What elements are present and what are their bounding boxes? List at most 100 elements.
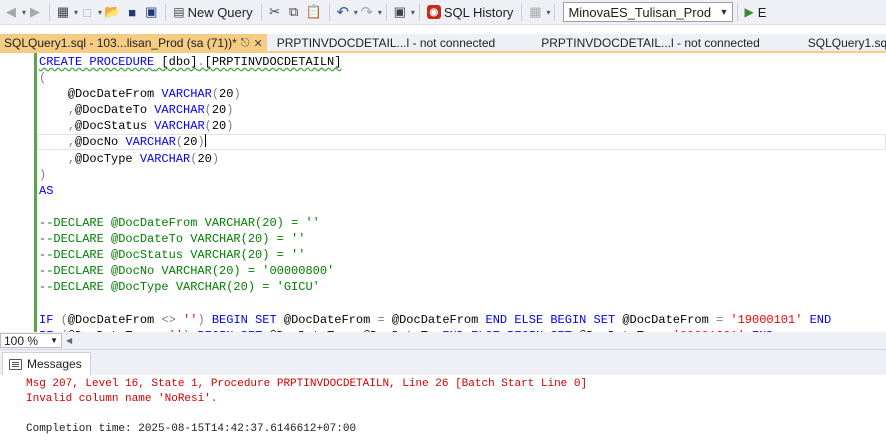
- sql-history-button[interactable]: ◉ SQL History: [424, 2, 517, 23]
- code-token: 20: [211, 103, 227, 118]
- paste-button[interactable]: 📋: [304, 2, 324, 23]
- error-message-line: Msg 207, Level 16, State 1, Procedure PR…: [26, 378, 588, 390]
- code-line: (: [39, 70, 831, 86]
- database-selector[interactable]: MinovaES_Tulisan_Prod ▼: [563, 2, 734, 22]
- redo-dropdown-caret[interactable]: ▾: [378, 8, 382, 17]
- code-token: @DocDateFrom: [283, 312, 378, 327]
- code-token: CREATE PROCEDURE: [39, 55, 155, 69]
- toolbar-separator: [49, 3, 51, 21]
- save-all-button[interactable]: ▣: [142, 2, 160, 23]
- editor-status-strip: 100 % ▼ ◀: [0, 332, 886, 349]
- code-token: ,: [67, 151, 76, 166]
- add-item-button[interactable]: □: [78, 2, 96, 23]
- pin-icon[interactable]: ⎋: [241, 37, 250, 50]
- folder-open-icon: 📂: [104, 4, 121, 19]
- code-token: [dbo]: [161, 55, 198, 69]
- arrow-right-icon: ▶: [30, 4, 41, 19]
- execute-icon: ▶: [744, 5, 754, 19]
- code-line: @DocDateFrom VARCHAR(20): [39, 86, 831, 102]
- code-token: ): [39, 167, 47, 182]
- code-token: ): [233, 87, 241, 102]
- code-line: --DECLARE @DocStatus VARCHAR(20) = '': [39, 247, 831, 263]
- code-token: (: [204, 103, 212, 118]
- code-token: VARCHAR: [154, 119, 205, 134]
- tab-sqlquery1-active[interactable]: SQLQuery1.sql - 103...lisan_Prod (sa (71…: [0, 34, 267, 52]
- redo-icon: ↷: [360, 4, 374, 21]
- change-tracking-bar: [34, 53, 37, 332]
- code-token: (: [211, 87, 220, 102]
- back-button[interactable]: ◀: [2, 2, 20, 23]
- messages-tab-label: Messages: [27, 357, 82, 371]
- toolbar-dropdown-caret[interactable]: ▾: [546, 8, 550, 17]
- code-token: ): [197, 312, 212, 327]
- code-text[interactable]: CREATE PROCEDURE [dbo].[PRPTINVDOCDETAIL…: [39, 54, 831, 332]
- code-token: VARCHAR: [161, 87, 212, 102]
- code-line: --DECLARE @DocType VARCHAR(20) = 'GICU': [39, 279, 831, 295]
- new-query-button[interactable]: ▤ New Query: [170, 2, 255, 23]
- code-token: ,: [67, 135, 76, 150]
- cut-button[interactable]: ✂: [266, 2, 284, 23]
- code-editor[interactable]: CREATE PROCEDURE [dbo].[PRPTINVDOCDETAIL…: [0, 53, 886, 332]
- undo-button[interactable]: ↶: [334, 2, 352, 23]
- code-line: IF (@DocDateFrom <> '') BEGIN SET @DocDa…: [39, 312, 831, 328]
- code-token: (: [60, 312, 68, 327]
- tab-label: PRPTINVDOCDETAIL...l - not connected: [541, 36, 760, 50]
- code-line: --DECLARE @DocNo VARCHAR(20) = '00000800…: [39, 263, 831, 279]
- zoom-value: 100 %: [4, 333, 39, 348]
- toolbar-separator: [328, 3, 330, 21]
- code-token: [PRPTINVDOCDETAILN]: [204, 55, 342, 69]
- copy-icon: ⧉: [288, 4, 299, 19]
- code-token: VARCHAR: [125, 135, 176, 150]
- activity-monitor-button[interactable]: ▣: [391, 2, 409, 23]
- code-token: ): [226, 119, 234, 134]
- messages-output[interactable]: Msg 207, Level 16, State 1, Procedure PR…: [26, 377, 587, 437]
- activity-monitor-dropdown-caret[interactable]: ▾: [411, 8, 415, 17]
- code-token: @DocDateFrom: [622, 312, 716, 327]
- toolbar-separator: [418, 3, 420, 21]
- database-name: MinovaES_Tulisan_Prod: [568, 4, 712, 20]
- toolbar-separator: [385, 3, 387, 21]
- tab-messages[interactable]: Messages: [2, 352, 91, 375]
- code-token: @DocDateFrom: [391, 312, 486, 327]
- message-line: [26, 407, 587, 422]
- tab-sqlquery1[interactable]: SQLQuery1.sql - 103: [804, 34, 886, 52]
- redo-button[interactable]: ↷: [358, 2, 376, 23]
- code-token: (: [175, 135, 184, 150]
- editor-gutter: [0, 53, 36, 332]
- save-icon: ■: [128, 4, 137, 20]
- tab-prptinvdocdetail-1[interactable]: PRPTINVDOCDETAIL...l - not connected: [273, 34, 500, 52]
- results-pane: Messages Msg 207, Level 16, State 1, Pro…: [0, 349, 886, 445]
- code-token: --DECLARE @DocStatus VARCHAR(20) = '': [39, 248, 306, 263]
- new-project-button[interactable]: ▦: [54, 2, 72, 23]
- code-token: END: [809, 312, 832, 327]
- code-token: <>: [161, 312, 184, 327]
- toolbar-separator: [737, 3, 739, 21]
- zoom-selector[interactable]: 100 % ▼: [0, 333, 62, 348]
- results-tabs: Messages: [0, 350, 886, 375]
- activity-monitor-icon: ▣: [393, 4, 406, 19]
- code-line: CREATE PROCEDURE [dbo].[PRPTINVDOCDETAIL…: [39, 54, 831, 70]
- code-token: (: [204, 119, 212, 134]
- forward-button[interactable]: ▶: [26, 2, 44, 23]
- tab-prptinvdocdetail-2[interactable]: PRPTINVDOCDETAIL...l - not connected: [537, 34, 764, 52]
- copy-button[interactable]: ⧉: [285, 2, 303, 23]
- code-token: @DocDateFrom: [67, 312, 162, 327]
- close-icon[interactable]: ✕: [253, 37, 262, 50]
- toolbar-small-button[interactable]: ▦: [526, 2, 544, 23]
- execute-button[interactable]: ▶ E: [742, 2, 768, 23]
- paste-icon: 📋: [305, 4, 322, 19]
- save-button[interactable]: ■: [123, 2, 141, 23]
- code-token: 20: [219, 87, 234, 102]
- code-token: @DocDateTo: [75, 103, 155, 118]
- tab-label: SQLQuery1.sql - 103: [807, 36, 886, 50]
- text-caret: [204, 134, 206, 148]
- chevron-down-icon: ▼: [719, 7, 729, 17]
- code-line: ,@DocNo VARCHAR(20): [39, 134, 831, 150]
- code-line: ,@DocDateTo VARCHAR(20): [39, 102, 831, 118]
- sql-history-icon: ◉: [426, 5, 441, 19]
- open-file-button[interactable]: 📂: [102, 2, 122, 23]
- scroll-left-icon[interactable]: ◀: [66, 336, 72, 345]
